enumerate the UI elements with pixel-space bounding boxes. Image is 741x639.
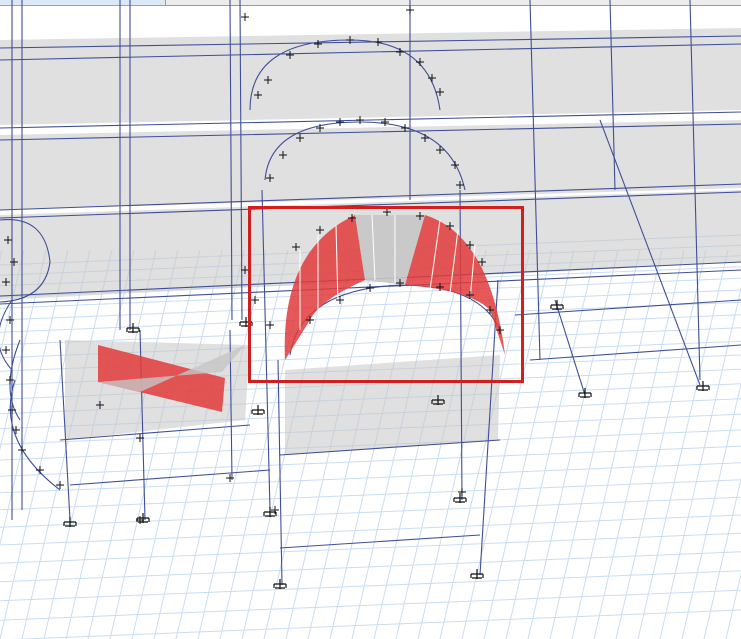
pin-support-icon [251, 405, 265, 415]
slab-bay [285, 355, 500, 455]
grid-line [0, 570, 741, 602]
grid-line [681, 381, 741, 639]
grid-line [21, 249, 113, 639]
grid-line [87, 249, 179, 639]
node-tick-icon [336, 118, 344, 126]
node-tick-icon [241, 13, 249, 21]
pin-support-icon [550, 300, 564, 310]
grid-line [131, 249, 223, 639]
pin-support-icon [453, 493, 467, 503]
3d-structural-model[interactable] [0, 0, 741, 639]
node-tick-icon [251, 296, 259, 304]
grid-line [0, 496, 741, 528]
node-tick-icon [6, 376, 14, 384]
grid-line [725, 571, 741, 639]
node-tick-icon [366, 284, 374, 292]
pin-support-icon [126, 323, 140, 333]
pin-support-icon [470, 569, 484, 579]
pin-support-icon [63, 517, 77, 527]
grid-line [0, 249, 91, 639]
node-tick-icon [266, 321, 274, 329]
grid-line [0, 301, 741, 333]
grid-line [0, 445, 741, 477]
model-viewport[interactable] [0, 0, 741, 639]
grid-line [0, 314, 741, 346]
grid-line [483, 249, 575, 639]
grid-line [0, 589, 741, 621]
arch-left-ring-4 [9, 379, 61, 491]
node-tick-icon [226, 474, 234, 482]
grid-line [439, 249, 531, 639]
node-tick-icon [36, 466, 44, 474]
grid-line [615, 249, 707, 639]
grid-line [0, 462, 741, 494]
grid-line [659, 286, 741, 639]
grid-line [153, 249, 245, 639]
grid-line [175, 249, 267, 639]
node-tick-icon [458, 488, 466, 496]
node-tick-icon [406, 6, 414, 14]
pin-support-icon [273, 579, 287, 589]
pin-support-icon [263, 507, 277, 517]
node-tick-icon [2, 346, 10, 354]
grid-line [637, 249, 729, 639]
grid-line [703, 476, 741, 639]
grid-line [527, 249, 619, 639]
grid-line [197, 249, 289, 639]
grid-line [109, 249, 201, 639]
